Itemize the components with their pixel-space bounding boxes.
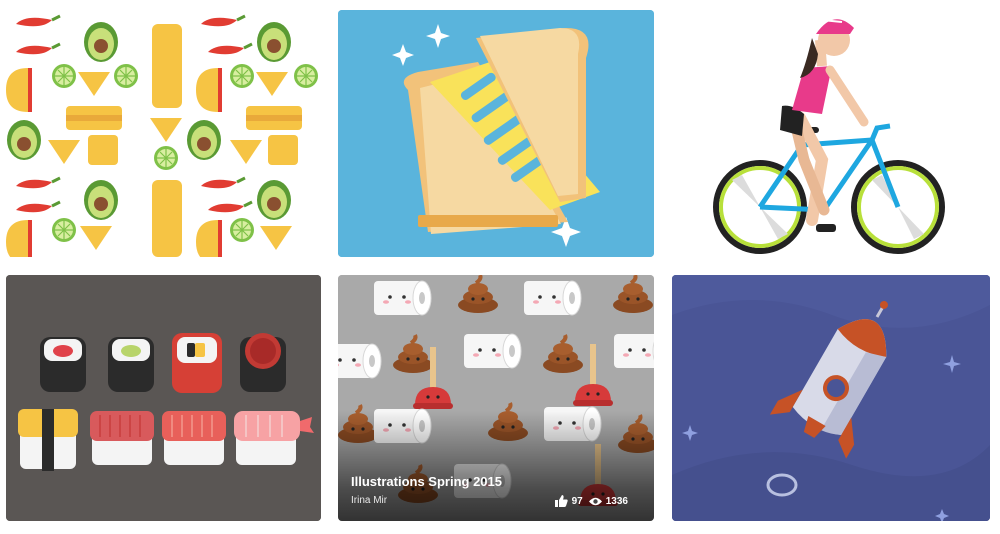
project-owner[interactable]: Irina Mir bbox=[351, 495, 387, 506]
project-tile-grilled-cheese[interactable] bbox=[338, 10, 654, 257]
project-tile-illustrations[interactable]: Illustrations Spring 2015 Irina Mir 97 1… bbox=[338, 275, 654, 521]
eye-icon bbox=[588, 497, 602, 505]
views-stat: 1336 bbox=[588, 495, 628, 507]
project-tile-sushi[interactable] bbox=[6, 275, 321, 521]
thumbs-up-icon bbox=[554, 495, 568, 507]
project-title[interactable]: Illustrations Spring 2015 bbox=[351, 474, 502, 489]
project-tile-food-pattern[interactable] bbox=[6, 10, 321, 257]
rocket-image bbox=[672, 275, 990, 521]
grilled-cheese-image bbox=[338, 10, 654, 257]
views-count: 1336 bbox=[605, 495, 628, 507]
food-pattern-image bbox=[6, 10, 321, 257]
sushi-image bbox=[6, 275, 321, 521]
project-tile-cyclist[interactable] bbox=[672, 10, 990, 257]
appreciations-count: 97 bbox=[571, 495, 583, 507]
project-tile-rocket[interactable] bbox=[672, 275, 990, 521]
project-stats: 97 1336 bbox=[554, 495, 628, 507]
appreciations-stat: 97 bbox=[554, 495, 583, 507]
cyclist-image bbox=[672, 10, 990, 257]
